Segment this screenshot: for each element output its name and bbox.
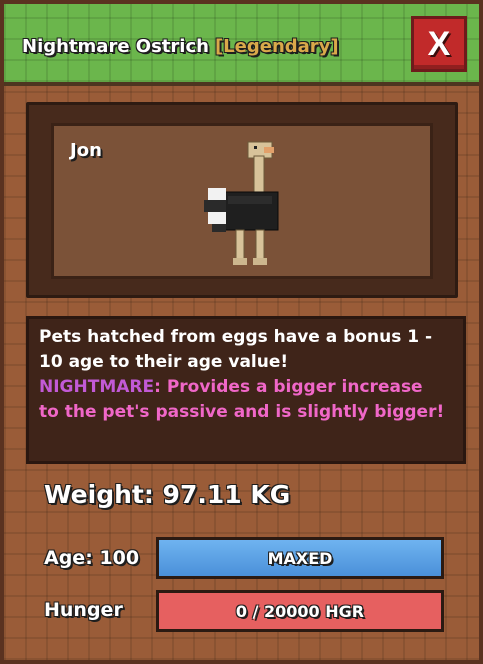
rarity-badge: [Legendary] <box>214 36 339 57</box>
close-button[interactable]: X <box>411 16 467 72</box>
pet-species-name: Nightmare Ostrich <box>22 36 209 57</box>
description-line-4: to the pet's passive and is slightly big… <box>39 402 445 422</box>
pet-name: Jon <box>70 140 102 161</box>
ostrich-model-icon <box>204 141 279 265</box>
pet-title: Nightmare Ostrich [Legendary] <box>22 36 339 57</box>
description-line-3-rest: : Provides a bigger increase <box>154 377 423 397</box>
hunger-label: Hunger <box>44 599 123 621</box>
pet-info-panel: Nightmare Ostrich [Legendary] X Jon Pets… <box>0 0 483 664</box>
age-label: Age: 100 <box>44 547 140 569</box>
hunger-progress-text: 0 / 20000 HGR <box>235 601 365 621</box>
pet-description: Pets hatched from eggs have a bonus 1 - … <box>26 316 466 464</box>
close-icon[interactable]: X <box>428 25 451 64</box>
pet-preview: Jon <box>51 123 433 279</box>
pet-preview-frame: Jon <box>26 102 458 298</box>
age-progress-bar: MAXED <box>156 537 444 579</box>
pet-weight: Weight: 97.11 KG <box>44 480 291 509</box>
description-line-2: 10 age to their age value! <box>39 352 289 372</box>
nightmare-keyword: NIGHTMARE <box>39 377 155 397</box>
description-line-3: NIGHTMARE: Provides a bigger increase <box>39 375 453 400</box>
hunger-progress-bar: 0 / 20000 HGR <box>156 590 444 632</box>
age-progress-text: MAXED <box>267 548 333 568</box>
description-line-1: Pets hatched from eggs have a bonus 1 - <box>39 327 433 347</box>
panel-header: Nightmare Ostrich [Legendary] X <box>4 4 479 86</box>
